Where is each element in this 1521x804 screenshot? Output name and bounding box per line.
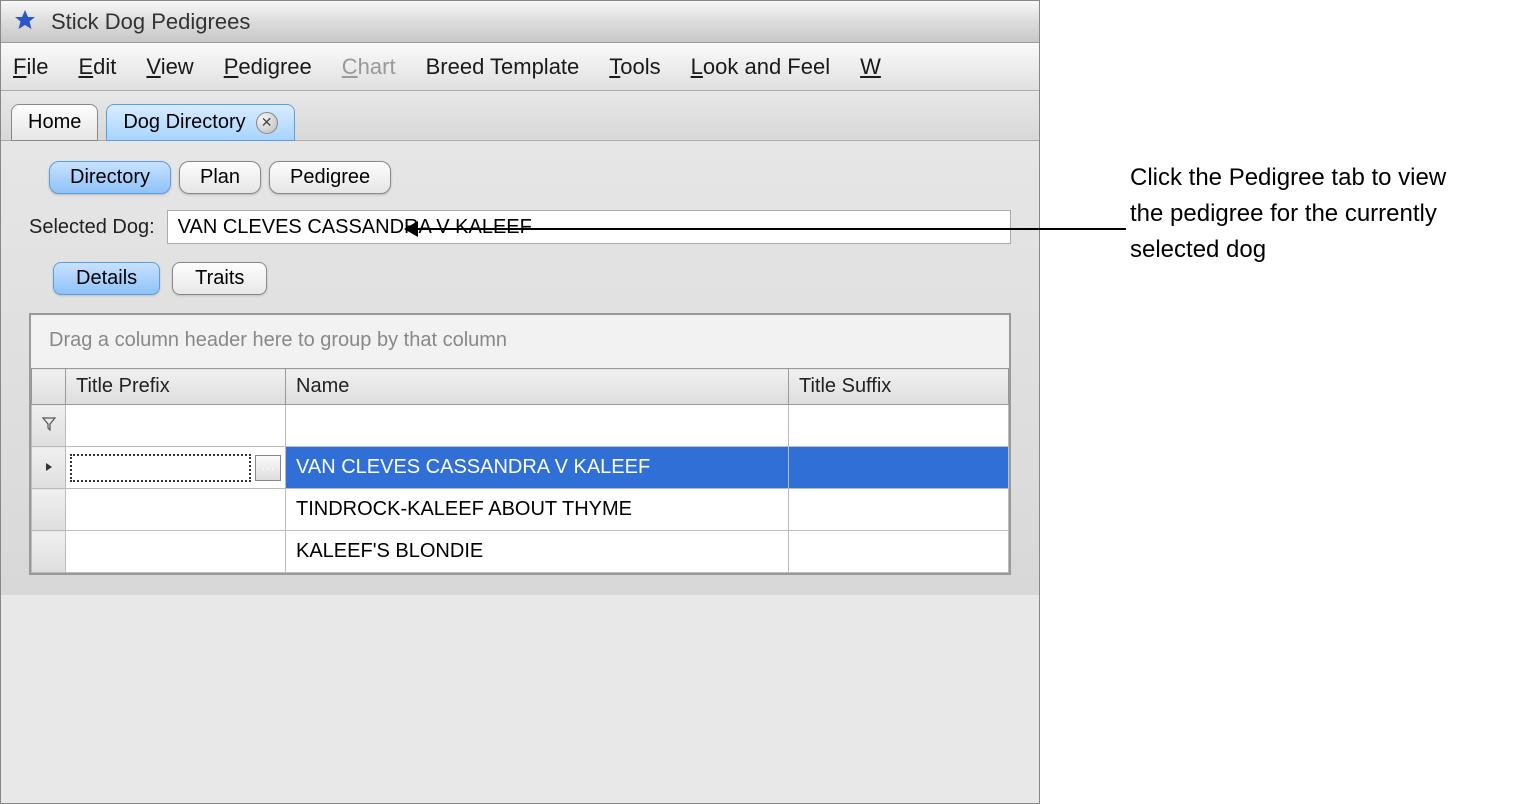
col-name-header[interactable]: Name: [286, 369, 789, 405]
cell-suffix[interactable]: [789, 447, 1009, 489]
cell-name[interactable]: VAN CLEVES CASSANDRA V KALEEF: [286, 447, 789, 489]
menu-view[interactable]: View: [146, 54, 193, 80]
tab-home[interactable]: Home: [11, 104, 98, 141]
filter-name[interactable]: [286, 405, 789, 447]
arrow-left-icon: [404, 221, 418, 237]
menu-cut[interactable]: W: [860, 54, 881, 80]
col-indicator-header[interactable]: [32, 369, 66, 405]
sub-tabs: Directory Plan Pedigree: [49, 161, 1011, 194]
cell-prefix[interactable]: ···: [66, 447, 286, 489]
detail-tab-details[interactable]: Details: [53, 262, 160, 295]
tab-dog-directory[interactable]: Dog Directory ✕: [106, 104, 294, 141]
selected-dog-label: Selected Dog:: [29, 216, 155, 239]
row-indicator: [32, 489, 66, 531]
document-tabs: Home Dog Directory ✕: [1, 91, 1039, 141]
cell-prefix[interactable]: [66, 531, 286, 573]
title-bar: Stick Dog Pedigrees: [1, 1, 1039, 43]
col-prefix-header[interactable]: Title Prefix: [66, 369, 286, 405]
menu-breed-template[interactable]: Breed Template: [426, 54, 580, 80]
filter-suffix[interactable]: [789, 405, 1009, 447]
detail-tabs: Details Traits: [53, 262, 1011, 295]
menu-tools[interactable]: Tools: [609, 54, 660, 80]
annotation-panel: Click the Pedigree tab to view the pedig…: [1040, 0, 1521, 804]
content-area: Directory Plan Pedigree Selected Dog: De…: [1, 141, 1039, 595]
callout-line: [416, 228, 1126, 230]
grid-panel: Drag a column header here to group by th…: [29, 313, 1011, 575]
menu-pedigree[interactable]: Pedigree: [224, 54, 312, 80]
prefix-editor[interactable]: [70, 454, 251, 482]
filter-row: [32, 405, 1009, 447]
table-row[interactable]: ··· VAN CLEVES CASSANDRA V KALEEF: [32, 447, 1009, 489]
window-title: Stick Dog Pedigrees: [51, 9, 250, 35]
menu-chart: Chart: [342, 54, 396, 80]
subtab-plan[interactable]: Plan: [179, 161, 261, 194]
tab-home-label: Home: [28, 111, 81, 134]
detail-tab-traits[interactable]: Traits: [172, 262, 267, 295]
app-window: Stick Dog Pedigrees File Edit View Pedig…: [0, 0, 1040, 804]
app-icon: [11, 8, 39, 36]
menu-file[interactable]: File: [13, 54, 48, 80]
col-suffix-header[interactable]: Title Suffix: [789, 369, 1009, 405]
menu-edit[interactable]: Edit: [78, 54, 116, 80]
selected-dog-input[interactable]: [167, 210, 1011, 244]
data-grid: Title Prefix Name Title Suffix: [31, 368, 1009, 573]
table-row[interactable]: KALEEF'S BLONDIE: [32, 531, 1009, 573]
selected-dog-row: Selected Dog:: [29, 210, 1011, 244]
cell-suffix[interactable]: [789, 489, 1009, 531]
row-indicator-icon: [32, 447, 66, 489]
annotation-text: Click the Pedigree tab to view the pedig…: [1130, 160, 1481, 268]
menu-look-and-feel[interactable]: Look and Feel: [691, 54, 830, 80]
cell-suffix[interactable]: [789, 531, 1009, 573]
cell-prefix[interactable]: [66, 489, 286, 531]
filter-prefix[interactable]: [66, 405, 286, 447]
subtab-pedigree[interactable]: Pedigree: [269, 161, 391, 194]
menu-bar: File Edit View Pedigree Chart Breed Temp…: [1, 43, 1039, 91]
filter-icon[interactable]: [32, 405, 66, 447]
close-icon[interactable]: ✕: [256, 112, 278, 134]
cell-name[interactable]: KALEEF'S BLONDIE: [286, 531, 789, 573]
cell-name[interactable]: TINDROCK-KALEEF ABOUT THYME: [286, 489, 789, 531]
row-indicator: [32, 531, 66, 573]
ellipsis-button[interactable]: ···: [255, 455, 281, 481]
table-row[interactable]: TINDROCK-KALEEF ABOUT THYME: [32, 489, 1009, 531]
group-hint[interactable]: Drag a column header here to group by th…: [31, 315, 1009, 368]
tab-dog-directory-label: Dog Directory: [123, 111, 245, 134]
subtab-directory[interactable]: Directory: [49, 161, 171, 194]
